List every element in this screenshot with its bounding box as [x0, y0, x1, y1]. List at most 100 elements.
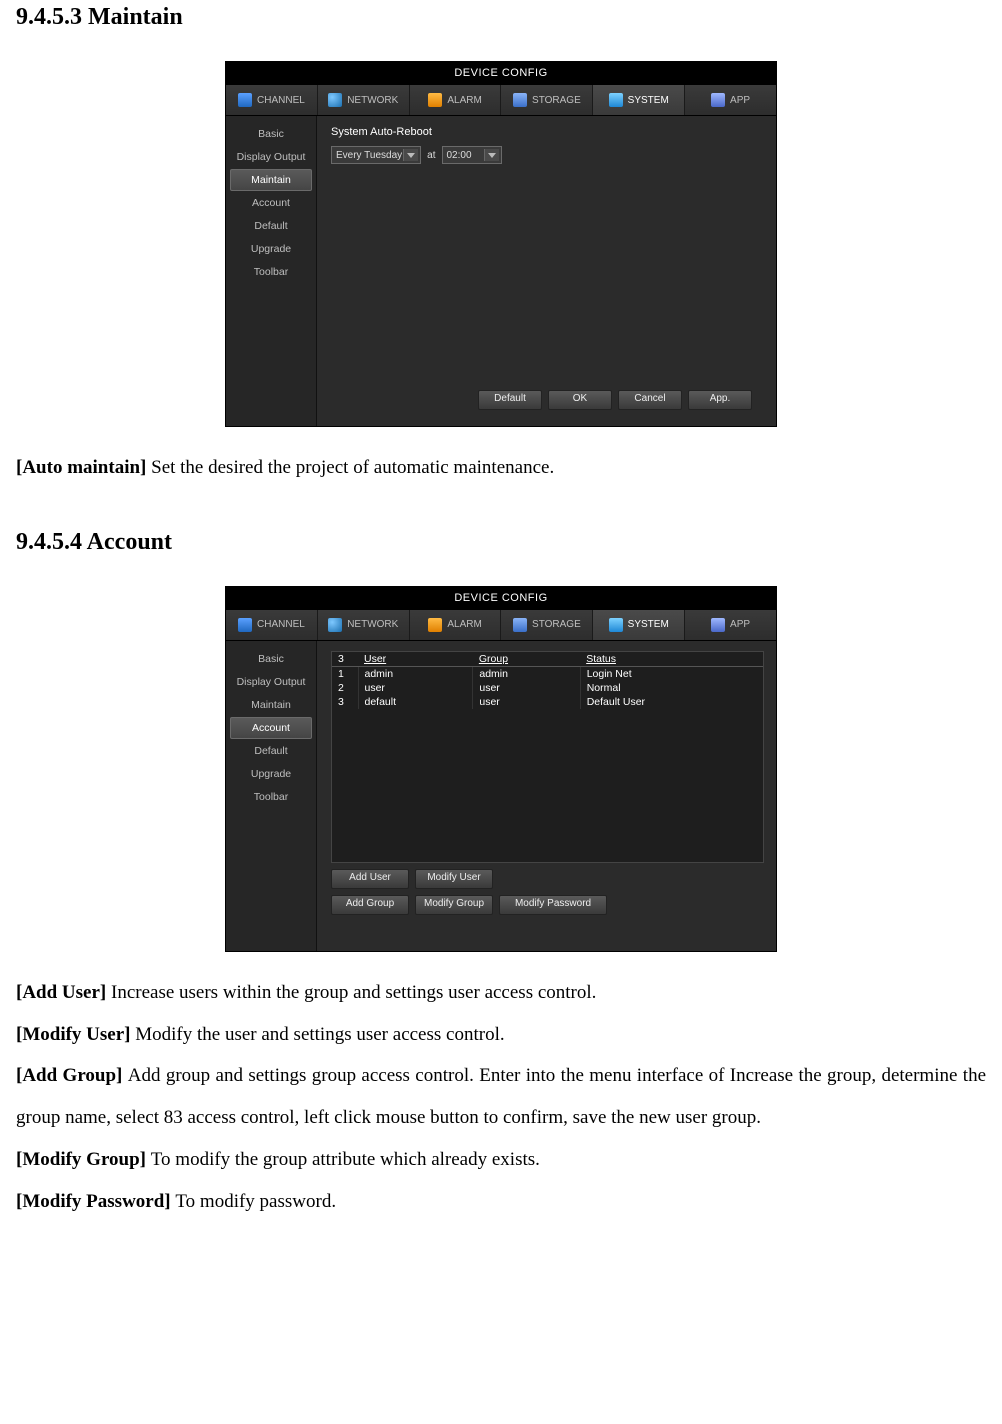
desc-add-group-text: Add group and settings group access cont…	[16, 1065, 986, 1128]
chevron-down-icon	[484, 149, 499, 161]
tab-app-label: APP	[730, 619, 750, 630]
storage-icon	[513, 93, 527, 107]
tab-storage-label: STORAGE	[532, 95, 581, 106]
sidebar-item-maintain[interactable]: Maintain	[230, 694, 312, 716]
row-idx: 1	[332, 666, 358, 681]
add-user-button[interactable]: Add User	[331, 869, 409, 889]
desc-add-group: [Add Group] Add group and settings group…	[16, 1055, 986, 1139]
row-user: user	[358, 681, 473, 695]
table-row[interactable]: 1 admin admin Login Net	[332, 666, 763, 681]
desc-add-group-label: [Add Group]	[16, 1065, 128, 1086]
tab-alarm-label: ALARM	[447, 95, 481, 106]
desc-modify-password-text: To modify password.	[175, 1191, 336, 1212]
top-tabs: CHANNEL NETWORK ALARM STORAGE SYSTEM	[226, 84, 776, 116]
sidebar-item-default[interactable]: Default	[230, 215, 312, 237]
tab-storage-label: STORAGE	[532, 619, 581, 630]
row-status: Normal	[580, 681, 763, 695]
count-header: 3	[332, 652, 358, 667]
tab-alarm-label: ALARM	[447, 619, 481, 630]
modify-user-button[interactable]: Modify User	[415, 869, 493, 889]
sidebar-item-account[interactable]: Account	[230, 192, 312, 214]
device-config-window: DEVICE CONFIG CHANNEL NETWORK ALARM STOR…	[225, 61, 777, 427]
sidebar-item-basic[interactable]: Basic	[230, 648, 312, 670]
tab-alarm[interactable]: ALARM	[410, 610, 502, 640]
tab-system[interactable]: SYSTEM	[593, 610, 685, 640]
modify-group-button[interactable]: Modify Group	[415, 895, 493, 915]
row-group: user	[473, 681, 580, 695]
tab-alarm[interactable]: ALARM	[410, 85, 502, 115]
tab-channel-label: CHANNEL	[257, 619, 305, 630]
tab-system-label: SYSTEM	[628, 619, 669, 630]
row-status: Login Net	[580, 666, 763, 681]
sidebar-item-default[interactable]: Default	[230, 740, 312, 762]
col-group: Group	[473, 652, 580, 667]
tab-app[interactable]: APP	[685, 610, 776, 640]
app-button[interactable]: App.	[688, 390, 752, 410]
desc-auto-maintain-label: [Auto maintain]	[16, 457, 151, 478]
ok-button[interactable]: OK	[548, 390, 612, 410]
window-title: DEVICE CONFIG	[226, 62, 776, 84]
table-row[interactable]: 2 user user Normal	[332, 681, 763, 695]
desc-auto-maintain-text: Set the desired the project of automatic…	[151, 457, 554, 478]
user-table: 3 User Group Status 1 admin	[331, 651, 764, 863]
maintain-screenshot: DEVICE CONFIG CHANNEL NETWORK ALARM STOR…	[16, 61, 986, 427]
desc-add-user-label: [Add User]	[16, 982, 111, 1003]
modify-password-button[interactable]: Modify Password	[499, 895, 607, 915]
top-tabs: CHANNEL NETWORK ALARM STORAGE SYSTEM	[226, 609, 776, 641]
desc-modify-group-text: To modify the group attribute which alre…	[151, 1149, 540, 1170]
tab-storage[interactable]: STORAGE	[501, 85, 593, 115]
tab-network[interactable]: NETWORK	[318, 610, 410, 640]
tab-channel[interactable]: CHANNEL	[226, 85, 318, 115]
cancel-button[interactable]: Cancel	[618, 390, 682, 410]
row-idx: 2	[332, 681, 358, 695]
channel-icon	[238, 93, 252, 107]
alarm-icon	[428, 618, 442, 632]
sidebar-item-maintain[interactable]: Maintain	[230, 169, 312, 191]
tab-storage[interactable]: STORAGE	[501, 610, 593, 640]
sidebar-item-upgrade[interactable]: Upgrade	[230, 763, 312, 785]
sidebar-item-account[interactable]: Account	[230, 717, 312, 739]
heading-maintain: 9.4.5.3 Maintain	[16, 4, 986, 31]
table-row[interactable]: 3 default user Default User	[332, 695, 763, 709]
desc-auto-maintain: [Auto maintain] Set the desired the proj…	[16, 447, 986, 489]
footer-buttons: Default OK Cancel App.	[331, 384, 762, 418]
tab-app[interactable]: APP	[685, 85, 776, 115]
sidebar-item-toolbar[interactable]: Toolbar	[230, 261, 312, 283]
sidebar-item-toolbar[interactable]: Toolbar	[230, 786, 312, 808]
document-page: 9.4.5.3 Maintain DEVICE CONFIG CHANNEL N…	[0, 4, 1002, 1424]
auto-reboot-label: System Auto-Reboot	[331, 126, 762, 138]
account-screenshot: DEVICE CONFIG CHANNEL NETWORK ALARM STOR…	[16, 586, 986, 952]
sidebar-item-display-output[interactable]: Display Output	[230, 671, 312, 693]
tab-system[interactable]: SYSTEM	[593, 85, 685, 115]
chevron-down-icon	[403, 149, 418, 161]
sidebar: Basic Display Output Maintain Account De…	[226, 116, 317, 426]
tab-network[interactable]: NETWORK	[318, 85, 410, 115]
system-icon	[609, 618, 623, 632]
day-select[interactable]: Every Tuesday	[331, 146, 421, 164]
desc-add-user-text: Increase users within the group and sett…	[111, 982, 596, 1003]
desc-modify-user-label: [Modify User]	[16, 1024, 135, 1045]
time-select[interactable]: 02:00	[442, 146, 502, 164]
app-icon	[711, 618, 725, 632]
sidebar-item-upgrade[interactable]: Upgrade	[230, 238, 312, 260]
channel-icon	[238, 618, 252, 632]
desc-modify-user-text: Modify the user and settings user access…	[135, 1024, 504, 1045]
table-header-row: 3 User Group Status	[332, 652, 763, 667]
desc-modify-user: [Modify User] Modify the user and settin…	[16, 1014, 986, 1056]
row-idx: 3	[332, 695, 358, 709]
tab-channel[interactable]: CHANNEL	[226, 610, 318, 640]
network-icon	[328, 618, 342, 632]
desc-add-user: [Add User] Increase users within the gro…	[16, 972, 986, 1014]
maintain-content: System Auto-Reboot Every Tuesday at 02:0…	[317, 116, 776, 426]
desc-modify-group: [Modify Group] To modify the group attri…	[16, 1139, 986, 1181]
tab-app-label: APP	[730, 95, 750, 106]
day-select-value: Every Tuesday	[336, 150, 402, 161]
at-label: at	[427, 150, 435, 161]
time-select-value: 02:00	[447, 150, 472, 161]
tab-system-label: SYSTEM	[628, 95, 669, 106]
sidebar-item-basic[interactable]: Basic	[230, 123, 312, 145]
sidebar-item-display-output[interactable]: Display Output	[230, 146, 312, 168]
add-group-button[interactable]: Add Group	[331, 895, 409, 915]
row-status: Default User	[580, 695, 763, 709]
default-button[interactable]: Default	[478, 390, 542, 410]
